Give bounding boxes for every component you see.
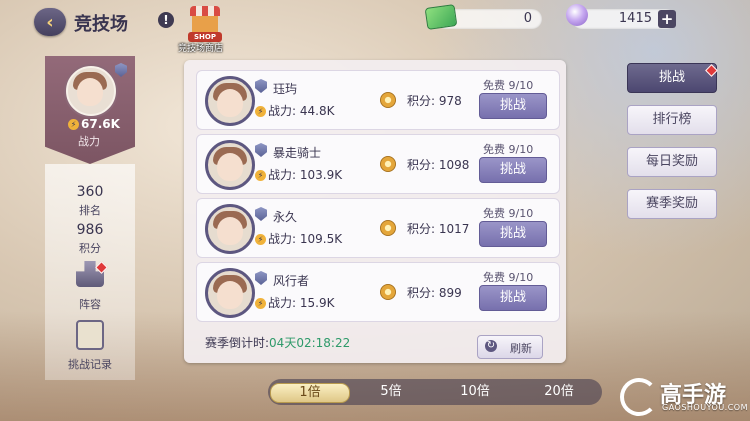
player-power-label: 战力 <box>78 135 100 148</box>
player-rank: 360 <box>76 184 104 200</box>
season-countdown: 赛季倒计时:04天02:18:22 <box>205 336 351 350</box>
tab-multiplier-20[interactable]: 20倍 <box>520 383 598 401</box>
refresh-button[interactable]: ↻ 刷新 <box>477 335 543 359</box>
opponent-avatar[interactable] <box>205 76 255 126</box>
rank-shield-icon <box>255 79 267 93</box>
shop-button[interactable]: SHOP <box>186 6 224 42</box>
opponent-row: 暴走骑士 ⚡ 战力: 103.9K 积分: 1098 免费 9/10 挑战 <box>196 134 560 194</box>
opponent-score: 积分: 1017 <box>407 222 470 236</box>
medal-icon <box>380 220 396 236</box>
ticket-icon <box>424 4 458 30</box>
player-power: ⚡ 67.6K <box>68 117 120 131</box>
opponent-name: 暴走骑士 <box>273 146 322 160</box>
power-icon: ⚡ <box>255 298 266 309</box>
free-attempts: 免费 9/10 <box>483 79 534 92</box>
player-avatar[interactable] <box>66 66 116 116</box>
opponent-score: 积分: 899 <box>407 286 462 300</box>
power-icon: ⚡ <box>68 119 79 130</box>
tab-multiplier-10[interactable]: 10倍 <box>436 383 514 401</box>
player-rank-label: 排名 <box>79 204 101 217</box>
free-attempts: 免费 9/10 <box>483 271 534 284</box>
menu-leaderboard[interactable]: 排行榜 <box>627 105 717 135</box>
tab-multiplier-1[interactable]: 1倍 <box>270 383 350 403</box>
opponent-score: 积分: 978 <box>407 94 462 108</box>
opponent-power: ⚡ 战力: 103.9K <box>255 166 342 183</box>
opponent-power: ⚡ 战力: 15.9K <box>255 294 334 311</box>
power-icon: ⚡ <box>255 106 266 117</box>
shop-label: 竞技场商店 <box>178 44 224 54</box>
rank-shield-icon <box>255 271 267 285</box>
player-points-label: 积分 <box>79 242 101 255</box>
opponent-name: 珏玙 <box>273 82 298 96</box>
opponent-name: 永久 <box>273 210 298 224</box>
opponent-row: 珏玙 ⚡ 战力: 44.8K 积分: 978 免费 9/10 挑战 <box>196 70 560 130</box>
menu-challenge[interactable]: 挑战 <box>627 63 717 93</box>
page-title: 竞技场 <box>74 14 128 35</box>
opponent-power: ⚡ 战力: 109.5K <box>255 230 342 247</box>
player-points: 986 <box>76 222 104 238</box>
menu-daily-rewards[interactable]: 每日奖励 <box>627 147 717 177</box>
watermark-logo-icon <box>620 378 658 416</box>
opponent-power: ⚡ 战力: 44.8K <box>255 102 334 119</box>
medal-icon <box>380 92 396 108</box>
medal-icon <box>380 284 396 300</box>
gem-count: 1415 <box>618 11 652 26</box>
challenge-button[interactable]: 挑战 <box>479 221 547 247</box>
free-attempts: 免费 9/10 <box>483 207 534 220</box>
opponent-avatar[interactable] <box>205 140 255 190</box>
opponent-row: 风行者 ⚡ 战力: 15.9K 积分: 899 免费 9/10 挑战 <box>196 262 560 322</box>
challenge-button[interactable]: 挑战 <box>479 93 547 119</box>
ticket-count: 0 <box>523 11 532 26</box>
add-gems-button[interactable]: + <box>658 10 676 28</box>
watermark-url: GAOSHOUYOU.COM <box>662 403 749 412</box>
record-scroll-icon[interactable] <box>76 320 104 350</box>
back-button[interactable]: ‹ <box>34 8 66 36</box>
season-time: 04天02:18:22 <box>269 336 351 350</box>
back-arrow-icon: ‹ <box>46 11 54 33</box>
opponent-avatar[interactable] <box>205 204 255 254</box>
gem-icon <box>566 4 588 26</box>
opponent-name: 风行者 <box>273 274 310 288</box>
menu-season-rewards[interactable]: 赛季奖励 <box>627 189 717 219</box>
free-attempts: 免费 9/10 <box>483 143 534 156</box>
info-icon[interactable]: ! <box>158 12 174 28</box>
tab-multiplier-5[interactable]: 5倍 <box>352 383 430 401</box>
challenge-button[interactable]: 挑战 <box>479 285 547 311</box>
refresh-label: 刷新 <box>510 342 532 355</box>
power-icon: ⚡ <box>255 234 266 245</box>
shop-icon <box>190 6 220 16</box>
challenge-button[interactable]: 挑战 <box>479 157 547 183</box>
rank-shield-icon <box>255 207 267 221</box>
rank-shield-icon <box>255 143 267 157</box>
challenge-record-label: 挑战记录 <box>68 358 112 371</box>
lineup-label: 阵容 <box>79 298 101 311</box>
opponent-row: 永久 ⚡ 战力: 109.5K 积分: 1017 免费 9/10 挑战 <box>196 198 560 258</box>
refresh-icon: ↻ <box>485 340 497 352</box>
medal-icon <box>380 156 396 172</box>
opponent-score: 积分: 1098 <box>407 158 470 172</box>
opponent-avatar[interactable] <box>205 268 255 318</box>
power-icon: ⚡ <box>255 170 266 181</box>
